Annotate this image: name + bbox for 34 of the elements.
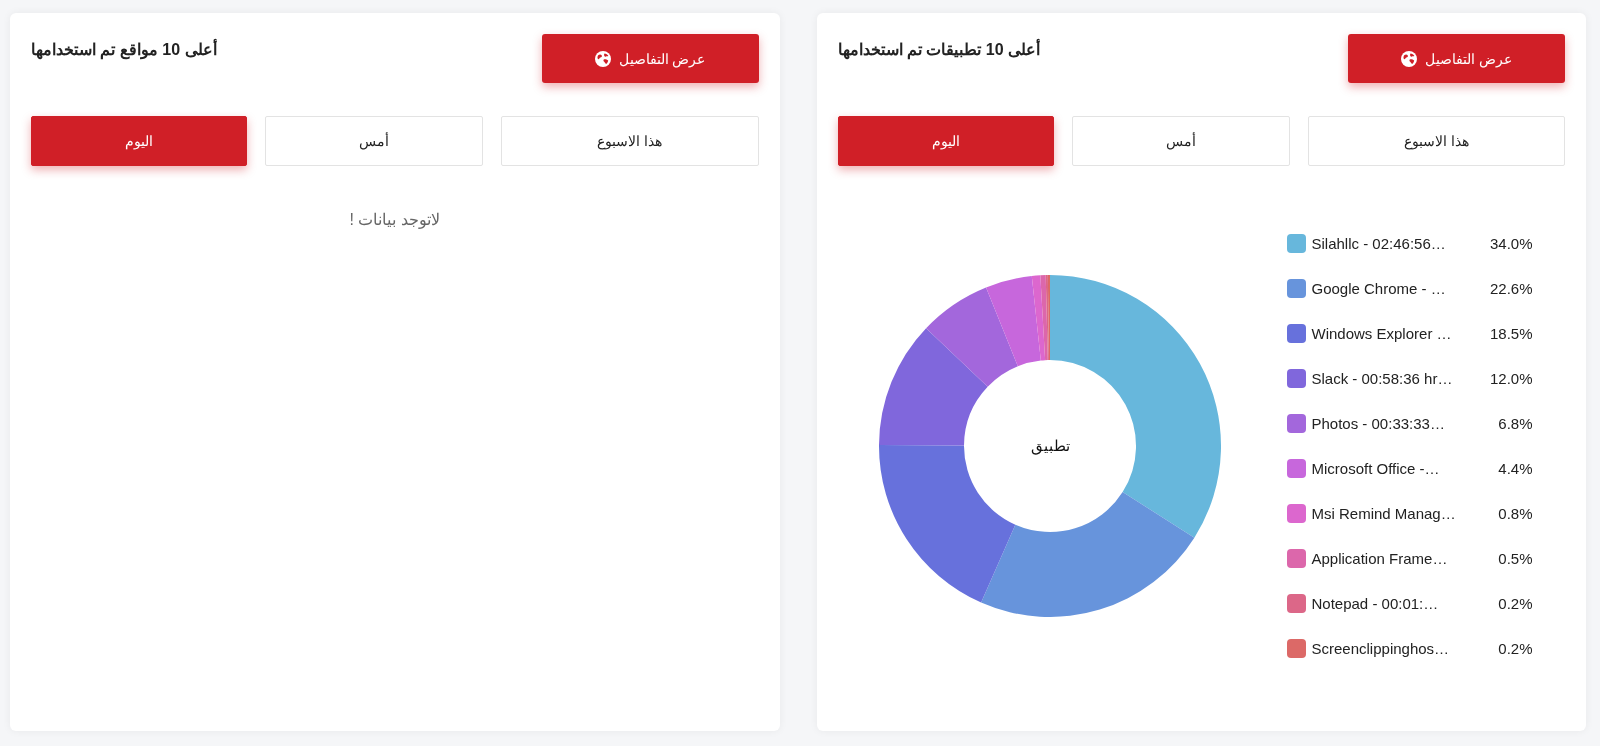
legend-value: 34.0%	[1489, 235, 1533, 252]
panel-title: أعلى 10 تطبيقات تم استخدامها	[837, 40, 1041, 60]
legend-value: 0.2%	[1498, 595, 1533, 612]
panel-title: أعلى 10 مواقع تم استخدامها	[31, 40, 217, 60]
legend-label: Notepad - 00:01:…	[1311, 595, 1440, 612]
legend-label: Windows Explorer …	[1311, 325, 1453, 342]
legend-label: Msi Remind Manag…	[1311, 505, 1457, 522]
details-button[interactable]: عرض التفاصيل	[1348, 34, 1565, 83]
legend-label: Slack - 00:58:36 hr…	[1311, 370, 1454, 387]
period-tab[interactable]: اليوم	[837, 116, 1054, 166]
legend-label: Microsoft Office -…	[1311, 460, 1441, 477]
legend-value: 0.8%	[1498, 505, 1533, 522]
globe-icon	[1401, 50, 1418, 67]
legend-label: Google Chrome - …	[1311, 280, 1447, 297]
period-tab[interactable]: اليوم	[31, 116, 247, 166]
details-button[interactable]: عرض التفاصيل	[541, 34, 759, 83]
globe-icon	[594, 50, 611, 67]
period-tab[interactable]: أمس	[265, 116, 483, 166]
period-tab[interactable]: هذا الاسبوع	[501, 116, 759, 166]
legend-label: Silahllc - 02:46:56…	[1311, 235, 1447, 252]
period-tab[interactable]: هذا الاسبوع	[1307, 116, 1565, 166]
legend-value: 0.2%	[1498, 640, 1533, 657]
legend-value: 18.5%	[1489, 325, 1533, 342]
period-tab[interactable]: أمس	[1071, 116, 1290, 166]
legend-label: Photos - 00:33:33…	[1311, 415, 1446, 432]
legend-value: 6.8%	[1498, 415, 1533, 432]
legend-label: Screenclippinghos…	[1311, 640, 1451, 657]
legend-value: 22.6%	[1489, 280, 1533, 297]
chart-center-label: تطبيق	[1030, 438, 1069, 454]
no-data-message: لاتوجد بيانات !	[349, 210, 440, 229]
legend-value: 4.4%	[1498, 460, 1533, 477]
legend-label: Application Frame…	[1311, 550, 1449, 567]
legend-value: 12.0%	[1489, 370, 1533, 387]
legend-value: 0.5%	[1498, 550, 1533, 567]
